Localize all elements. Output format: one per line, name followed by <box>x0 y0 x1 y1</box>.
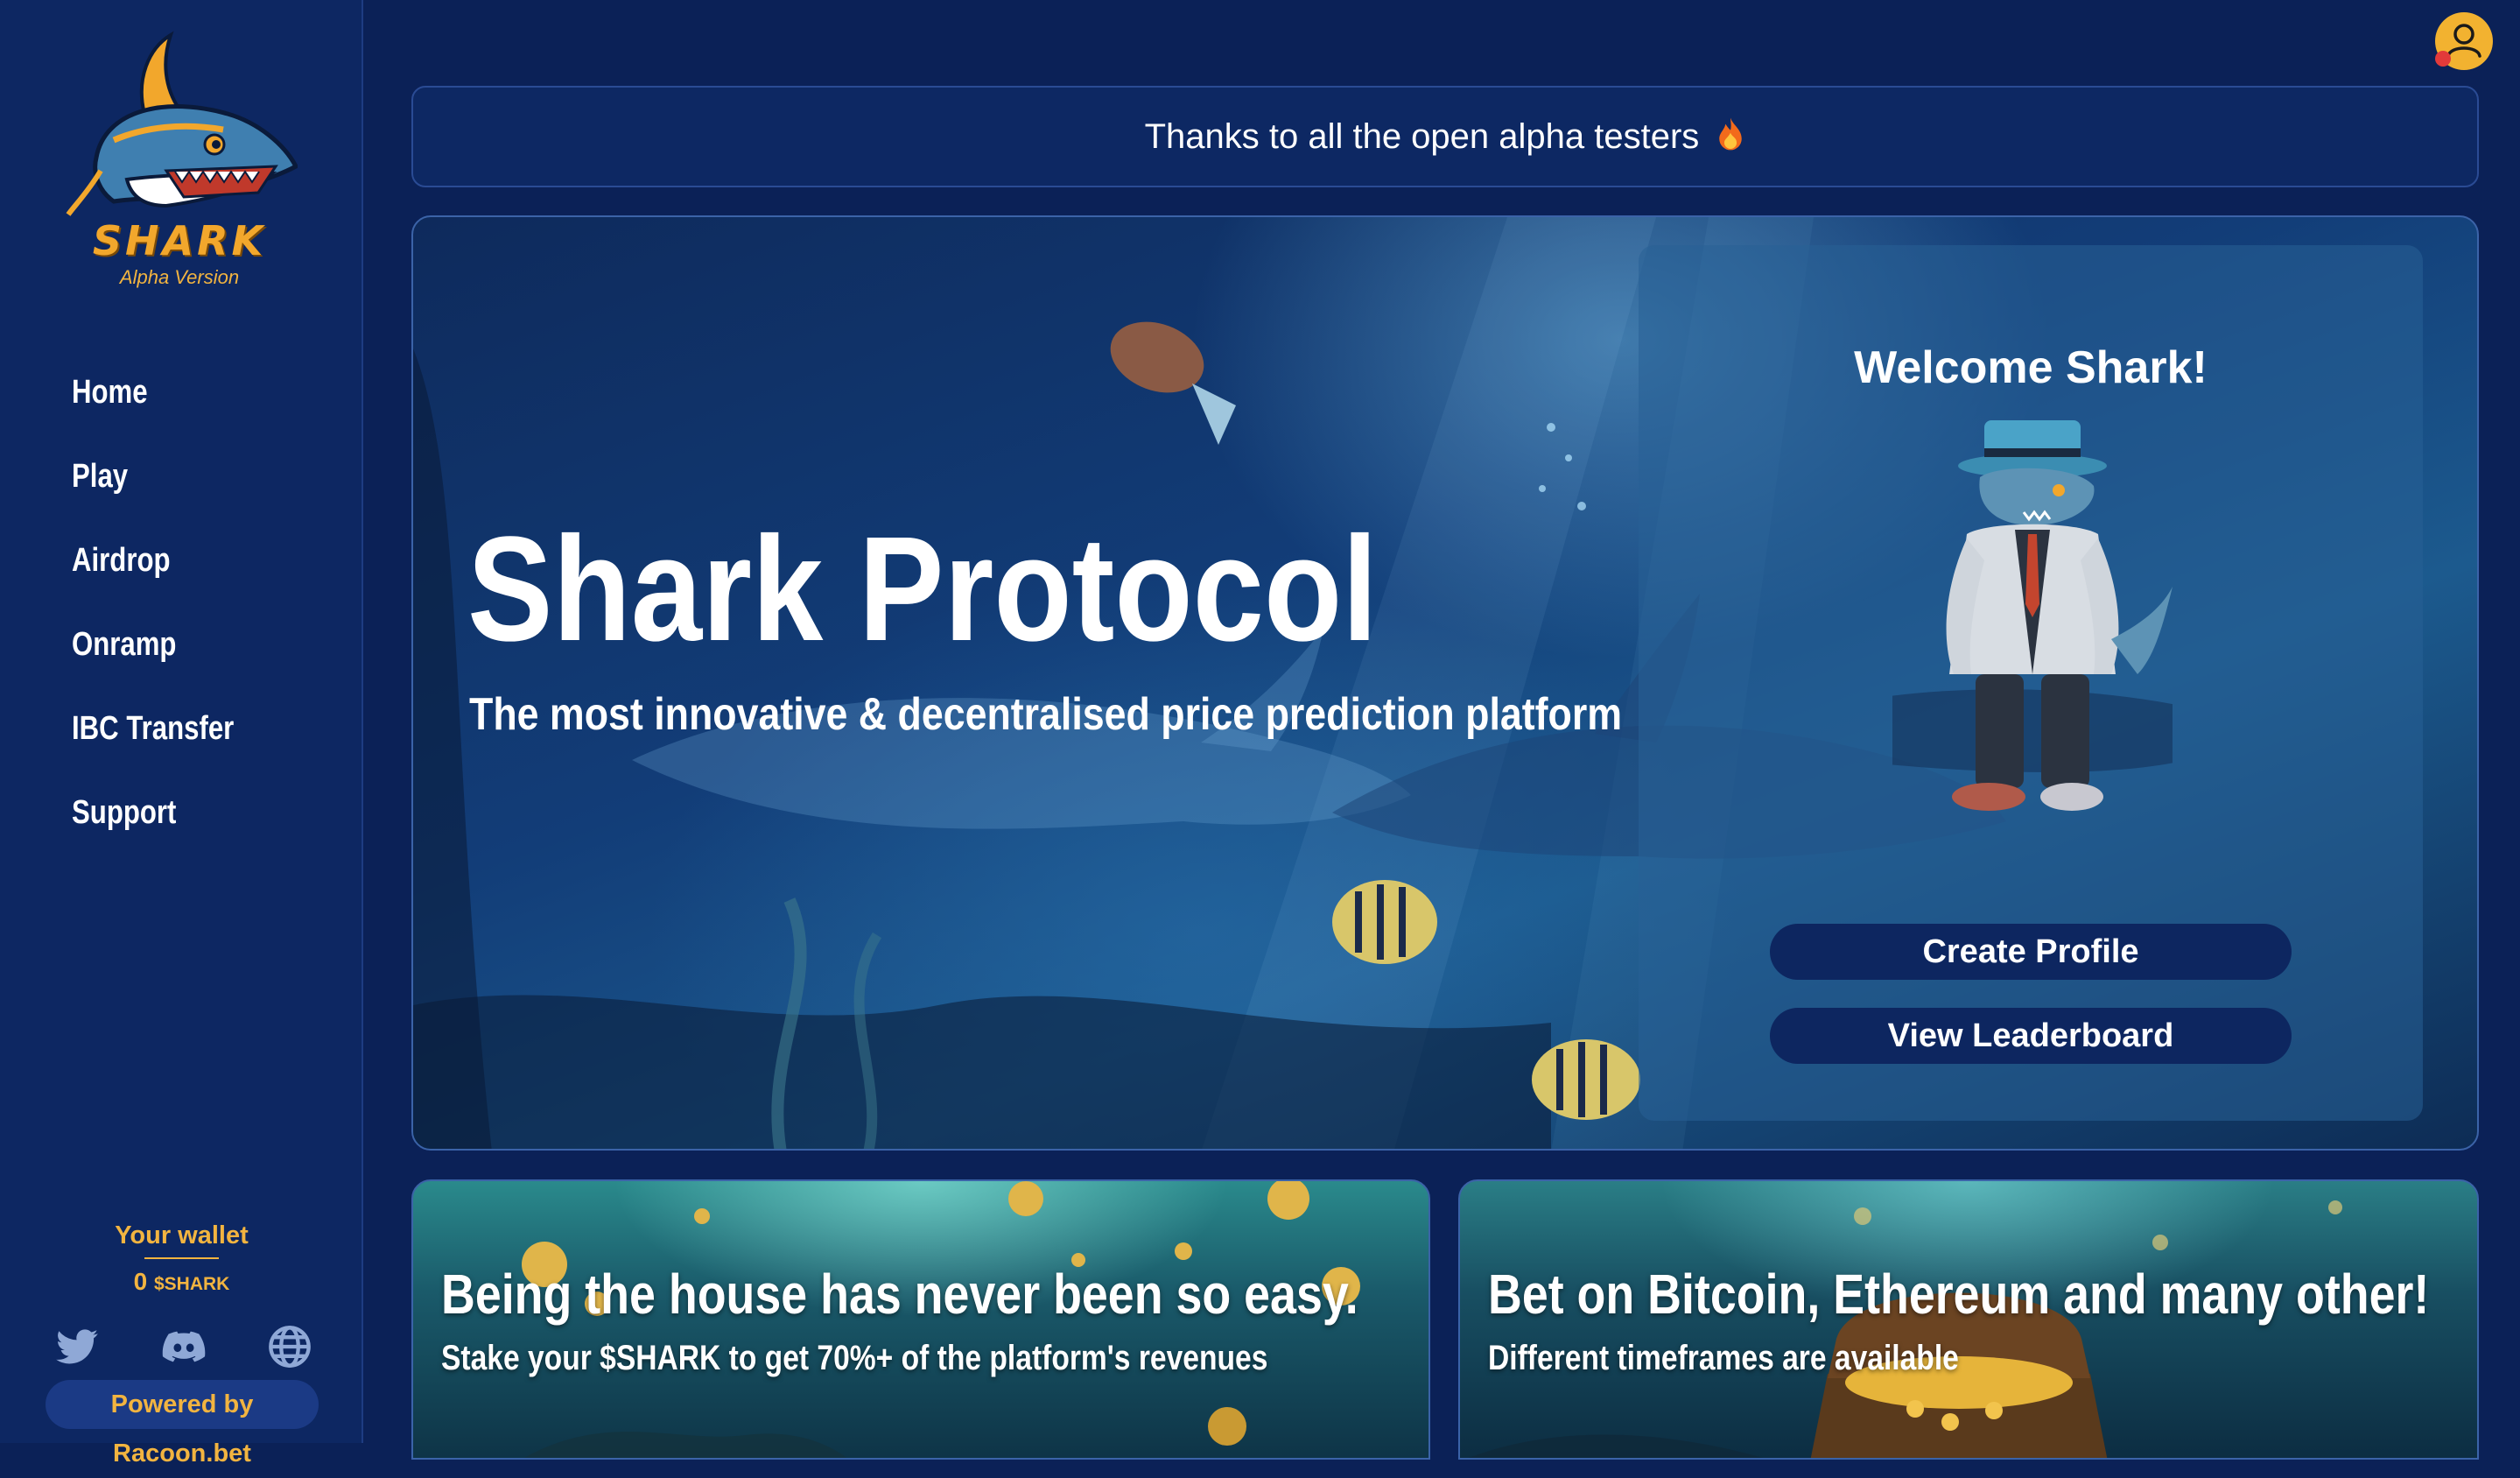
twitter-icon[interactable] <box>54 1324 100 1369</box>
social-links <box>54 1322 312 1371</box>
view-leaderboard-button[interactable]: View Leaderboard <box>1770 1008 2292 1064</box>
sidebar-item-play[interactable]: Play <box>72 452 234 536</box>
shark-logo-icon <box>66 31 298 216</box>
sidebar-item-ibc-transfer[interactable]: IBC Transfer <box>72 704 234 788</box>
shark-logo[interactable]: SHARK Alpha Version <box>61 26 298 298</box>
hero-subtitle: The most innovative & decentralised pric… <box>469 689 1623 740</box>
wallet-balance: 0 $SHARK <box>0 1268 363 1296</box>
sidebar-item-airdrop[interactable]: Airdrop <box>72 536 234 620</box>
wallet-balance-unit: $SHARK <box>154 1274 230 1294</box>
welcome-title: Welcome Shark! <box>1854 342 2208 393</box>
create-profile-button[interactable]: Create Profile <box>1770 924 2292 980</box>
announcement-banner: Thanks to all the open alpha testers <box>411 86 2479 187</box>
sidebar-item-support[interactable]: Support <box>72 788 234 872</box>
hero-section: Shark Protocol The most innovative & dec… <box>411 215 2479 1151</box>
wallet-divider <box>144 1257 219 1259</box>
hero-title: Shark Protocol <box>467 506 1378 672</box>
user-avatar-button[interactable] <box>2435 12 2493 70</box>
banner-text: Thanks to all the open alpha testers <box>1144 117 1700 156</box>
sidebar-item-onramp[interactable]: Onramp <box>72 620 234 704</box>
feature-card-staking[interactable]: Being the house has never been so easy. … <box>411 1179 1430 1460</box>
shark-mascot-image <box>1892 420 2173 811</box>
logo-wordmark: SHARK <box>92 217 267 264</box>
feature-title: Being the house has never been so easy. <box>441 1263 1358 1326</box>
sidebar: SHARK Alpha Version Home Play Airdrop On… <box>0 0 363 1467</box>
powered-by-link[interactable]: Powered by Racoon.bet <box>46 1380 319 1467</box>
wallet-title: Your wallet <box>115 1221 249 1249</box>
wallet-balance-value: 0 <box>133 1268 148 1295</box>
globe-icon[interactable] <box>267 1324 312 1369</box>
feature-subtitle: Stake your $SHARK to get 70%+ of the pla… <box>441 1339 1268 1377</box>
discord-icon[interactable] <box>161 1324 207 1369</box>
notification-dot <box>2435 51 2451 67</box>
fire-icon <box>1716 91 1745 189</box>
feature-title: Bet on Bitcoin, Ethereum and many other! <box>1488 1263 2430 1326</box>
feature-card-betting[interactable]: Bet on Bitcoin, Ethereum and many other!… <box>1458 1179 2479 1460</box>
welcome-card: Welcome Shark! Create Profile View Leade… <box>1639 245 2423 1121</box>
sidebar-nav: Home Play Airdrop Onramp IBC Transfer Su… <box>72 368 270 872</box>
sidebar-item-home[interactable]: Home <box>72 368 234 452</box>
logo-subtitle: Alpha Version <box>119 266 240 288</box>
feature-subtitle: Different timeframes are available <box>1488 1339 1959 1377</box>
